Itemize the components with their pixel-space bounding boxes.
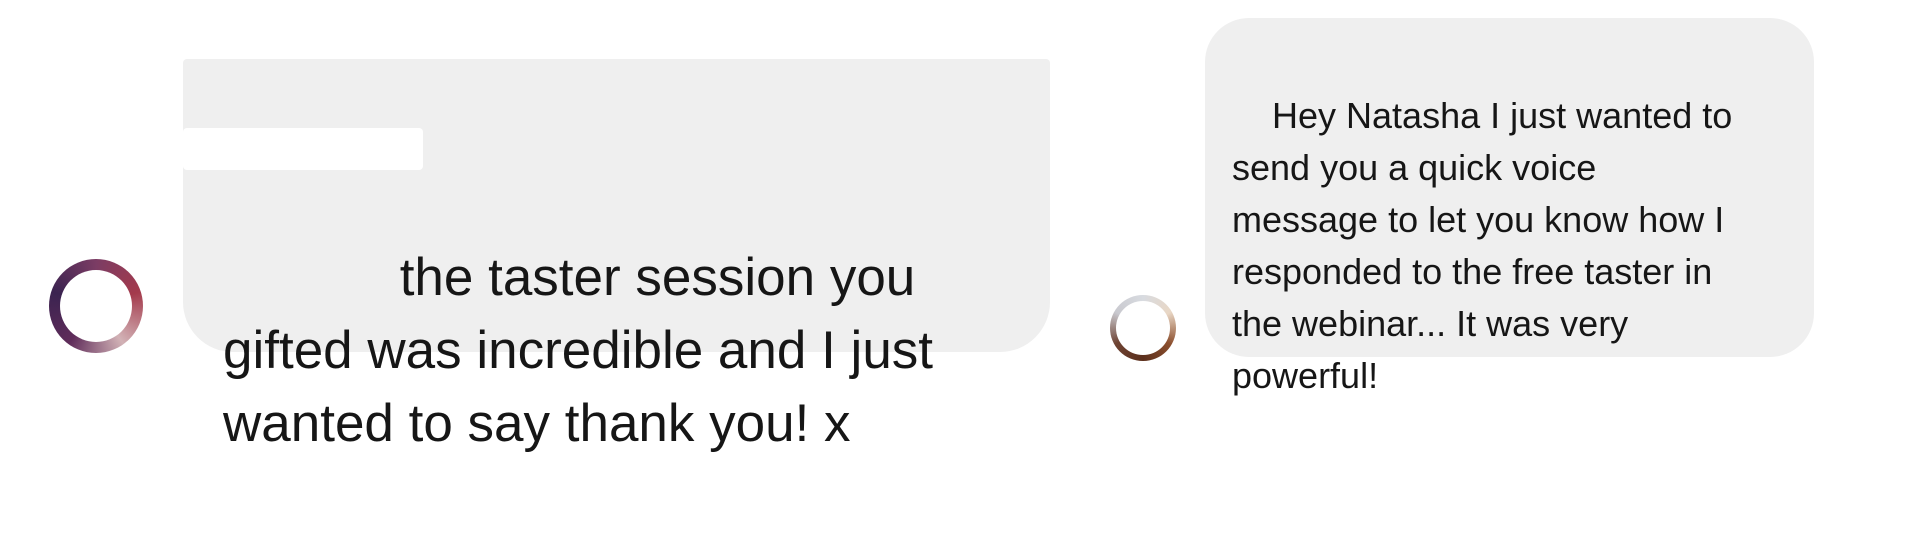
message-bubble[interactable]: Hey Natasha I just wanted to send you a … (1205, 18, 1814, 396)
message-text: the taster session you gifted was incred… (223, 248, 934, 453)
message-bubble[interactable]: the taster session you gifted was incred… (183, 59, 1050, 453)
sender-avatar[interactable] (49, 259, 143, 353)
sender-avatar[interactable] (1110, 295, 1176, 361)
message-text: Hey Natasha I just wanted to send you a … (1232, 95, 1733, 396)
redaction-block (183, 128, 423, 170)
